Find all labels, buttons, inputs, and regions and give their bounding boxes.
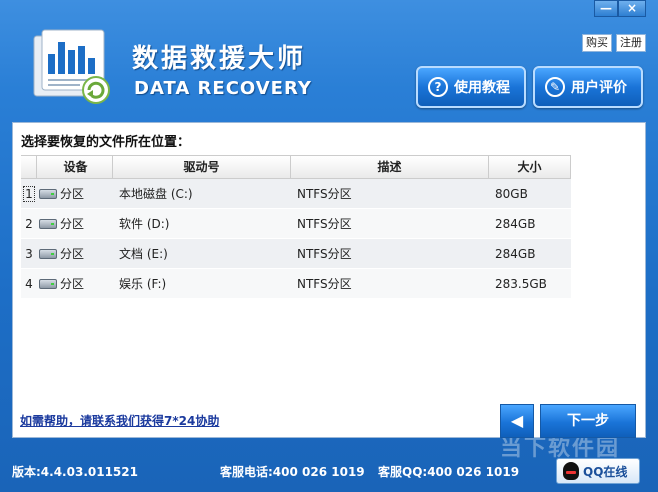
register-button[interactable]: 注册	[616, 34, 646, 52]
disk-icon	[39, 248, 57, 259]
row-drive: 软件 (D:)	[119, 217, 170, 231]
table-row[interactable]: 4 分区 娱乐 (F:) NTFS分区 283.5GB	[21, 269, 571, 299]
qq-online-button[interactable]: QQ在线	[556, 458, 640, 484]
row-device: 分区	[60, 247, 85, 261]
app-title: 数据救援大师	[132, 44, 307, 74]
qq-online-label: QQ在线	[583, 464, 628, 479]
app-logo-icon	[33, 29, 110, 104]
row-device: 分区	[60, 277, 85, 291]
header-device[interactable]: 设备	[37, 156, 113, 178]
row-device: 分区	[60, 187, 85, 201]
tutorial-button[interactable]: ? 使用教程	[416, 66, 526, 108]
help-link[interactable]: 如需帮助，请联系我们获得7*24协助	[18, 412, 222, 429]
table-row[interactable]: 2 分区 软件 (D:) NTFS分区 284GB	[21, 209, 571, 239]
panel-title: 选择要恢复的文件所在位置：	[21, 135, 191, 150]
disk-icon	[39, 188, 57, 199]
row-size: 284GB	[495, 216, 536, 231]
disk-icon	[39, 218, 57, 229]
table-header: 设备 驱动号 描述 大小	[21, 155, 571, 179]
review-button[interactable]: ✎ 用户评价	[533, 66, 643, 108]
row-size: 284GB	[495, 246, 536, 261]
header-drive[interactable]: 驱动号	[113, 156, 291, 178]
window-controls: — ×	[594, 0, 646, 17]
row-description: NTFS分区	[297, 217, 352, 231]
row-number: 2	[25, 216, 33, 231]
row-drive: 本地磁盘 (C:)	[119, 187, 193, 201]
disk-icon	[39, 278, 57, 289]
minimize-button[interactable]: —	[594, 0, 618, 17]
next-button[interactable]: 下一步	[540, 404, 636, 438]
review-label: 用户评价	[571, 80, 627, 96]
row-number: 1	[23, 185, 35, 202]
row-description: NTFS分区	[297, 187, 352, 201]
row-number: 4	[25, 276, 33, 291]
app-window: — × 数据救援大师 DATA RECOVERY 购买 注册 ? 使用教程 ✎ …	[0, 0, 658, 492]
row-size: 283.5GB	[495, 276, 547, 291]
header-index	[21, 156, 37, 178]
version-text: 版本:4.4.03.011521	[12, 465, 138, 479]
row-device: 分区	[60, 217, 85, 231]
back-button[interactable]: ◀	[500, 404, 534, 438]
qq-text: 客服QQ:400 026 1019	[378, 465, 520, 479]
phone-text: 客服电话:400 026 1019	[220, 465, 365, 479]
chat-icon: ✎	[545, 77, 565, 97]
table-row[interactable]: 3 分区 文档 (E:) NTFS分区 284GB	[21, 239, 571, 269]
app-subtitle: DATA RECOVERY	[134, 78, 312, 99]
qq-penguin-icon	[563, 462, 579, 480]
drive-selection-panel: 选择要恢复的文件所在位置： 设备 驱动号 描述 大小 1 分区 本地磁盘 (C:…	[12, 122, 646, 438]
row-number: 3	[25, 246, 33, 261]
drive-table: 设备 驱动号 描述 大小 1 分区 本地磁盘 (C:) NTFS分区 80GB …	[21, 155, 571, 299]
row-drive: 文档 (E:)	[119, 247, 168, 261]
table-row[interactable]: 1 分区 本地磁盘 (C:) NTFS分区 80GB	[21, 179, 571, 209]
row-description: NTFS分区	[297, 277, 352, 291]
buy-button[interactable]: 购买	[582, 34, 612, 52]
question-icon: ?	[428, 77, 448, 97]
header-description[interactable]: 描述	[291, 156, 489, 178]
tutorial-label: 使用教程	[454, 80, 510, 96]
header-size[interactable]: 大小	[489, 156, 571, 178]
close-button[interactable]: ×	[618, 0, 646, 17]
account-links: 购买 注册	[582, 34, 646, 52]
row-description: NTFS分区	[297, 247, 352, 261]
row-size: 80GB	[495, 186, 528, 201]
row-drive: 娱乐 (F:)	[119, 277, 167, 291]
